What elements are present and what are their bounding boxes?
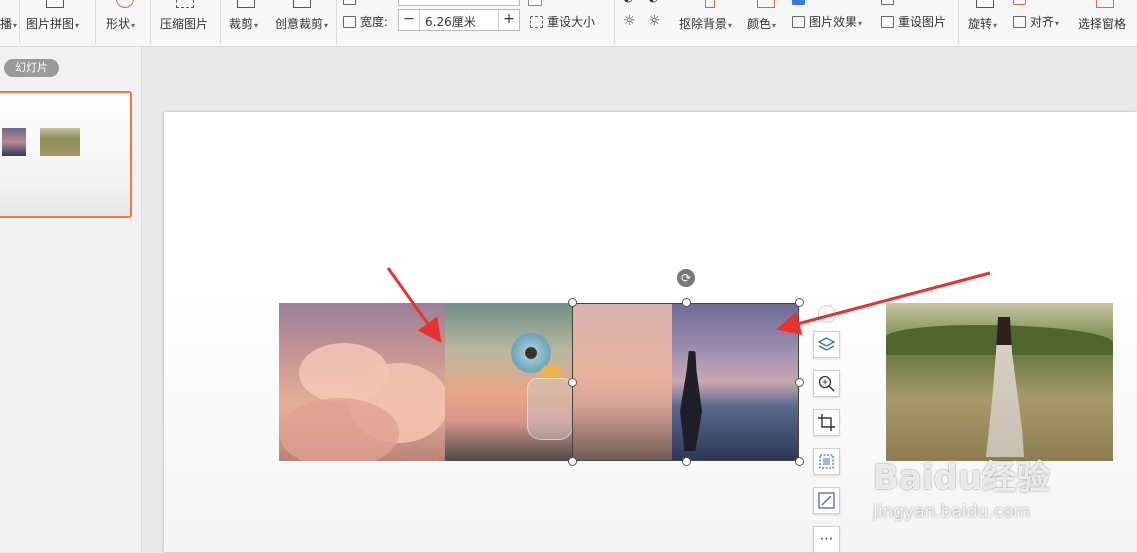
red-arrow-left: [386, 267, 442, 343]
watermark-brand: Baidu经验: [873, 458, 1051, 498]
red-arrow-right: [776, 271, 991, 335]
watermark-url: jingyan.baidu.com: [873, 502, 1030, 522]
